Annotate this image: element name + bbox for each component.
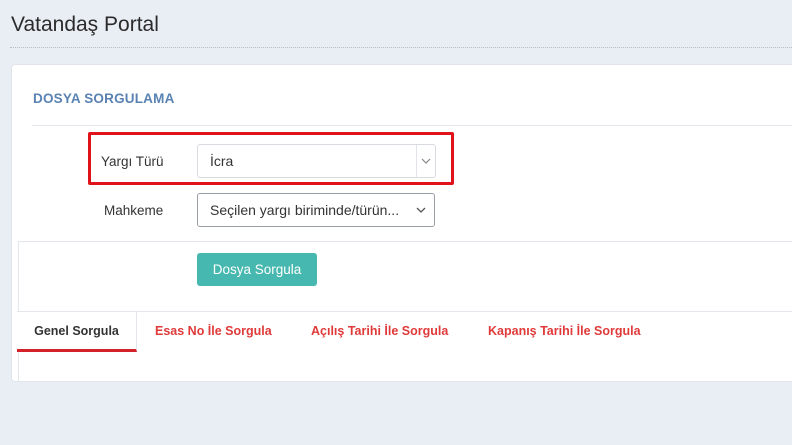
query-card: DOSYA SORGULAMA Yargı Türü İcra Mahkeme …: [11, 64, 792, 382]
mahkeme-label: Mahkeme: [104, 203, 164, 218]
highlight-box: [88, 132, 454, 185]
tabs-divider: [137, 311, 792, 312]
mahkeme-value: Seçilen yargı biriminde/türün...: [210, 202, 400, 218]
title-divider: [10, 47, 792, 48]
tab-genel-sorgula[interactable]: Genel Sorgula: [17, 311, 137, 352]
dosya-sorgula-button[interactable]: Dosya Sorgula: [197, 253, 317, 286]
mahkeme-select[interactable]: Seçilen yargı biriminde/türün...: [197, 193, 435, 227]
page-title: Vatandaş Portal: [11, 13, 159, 36]
tab-acilis-tarihi-ile-sorgula[interactable]: Açılış Tarihi İle Sorgula: [311, 324, 448, 338]
card-title: DOSYA SORGULAMA: [33, 91, 175, 106]
chevron-down-icon: [412, 194, 430, 226]
card-divider: [32, 125, 792, 126]
tab-esas-no-ile-sorgula[interactable]: Esas No İle Sorgula: [155, 324, 272, 338]
tab-kapanis-tarihi-ile-sorgula[interactable]: Kapanış Tarihi İle Sorgula: [488, 324, 641, 338]
